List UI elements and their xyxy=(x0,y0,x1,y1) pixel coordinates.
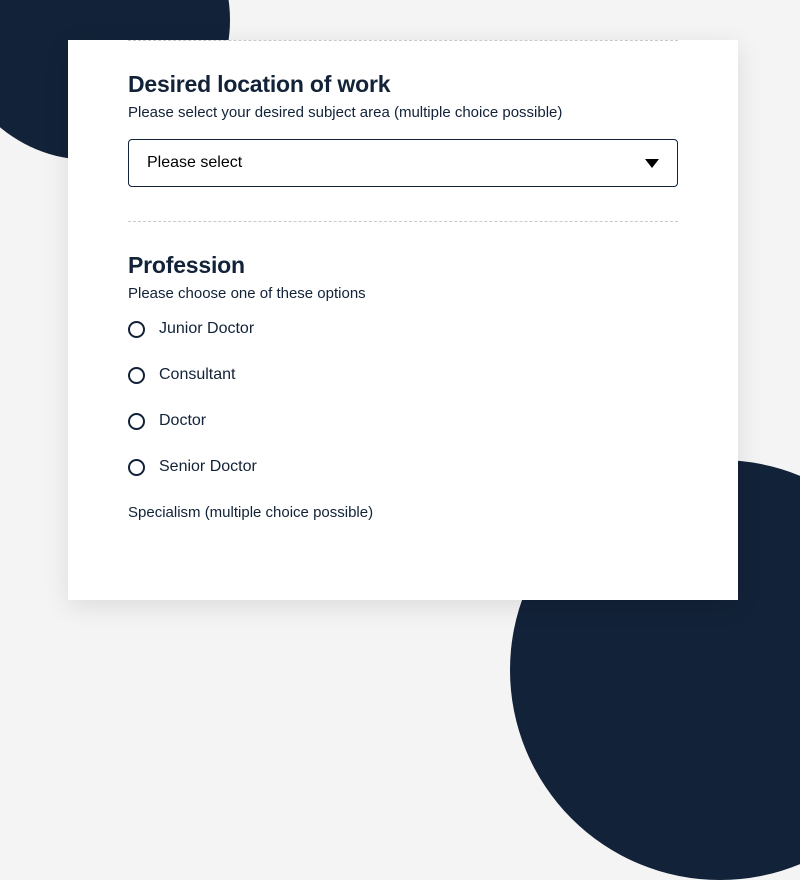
radio-icon xyxy=(128,367,145,384)
radio-icon xyxy=(128,413,145,430)
location-select[interactable]: Please select xyxy=(128,139,678,187)
profession-section: Profession Please choose one of these op… xyxy=(128,222,678,555)
radio-label: Senior Doctor xyxy=(159,458,257,476)
radio-label: Doctor xyxy=(159,412,206,430)
location-section: Desired location of work Please select y… xyxy=(128,41,678,221)
radio-option[interactable]: Doctor xyxy=(128,412,678,430)
radio-icon xyxy=(128,321,145,338)
location-title: Desired location of work xyxy=(128,71,678,98)
location-select-placeholder: Please select xyxy=(147,154,242,172)
radio-label: Junior Doctor xyxy=(159,320,254,338)
location-help: Please select your desired subject area … xyxy=(128,104,678,121)
profession-title: Profession xyxy=(128,252,678,279)
form-card: Desired location of work Please select y… xyxy=(68,40,738,600)
location-select-wrap: Please select xyxy=(128,139,678,187)
profession-help: Please choose one of these options xyxy=(128,285,678,302)
radio-option[interactable]: Junior Doctor xyxy=(128,320,678,338)
profession-radio-group: Junior Doctor Consultant Doctor Senior D… xyxy=(128,320,678,476)
radio-label: Consultant xyxy=(159,366,236,384)
chevron-down-icon xyxy=(645,159,659,168)
specialism-label: Specialism (multiple choice possible) xyxy=(128,504,678,521)
radio-icon xyxy=(128,459,145,476)
radio-option[interactable]: Consultant xyxy=(128,366,678,384)
radio-option[interactable]: Senior Doctor xyxy=(128,458,678,476)
